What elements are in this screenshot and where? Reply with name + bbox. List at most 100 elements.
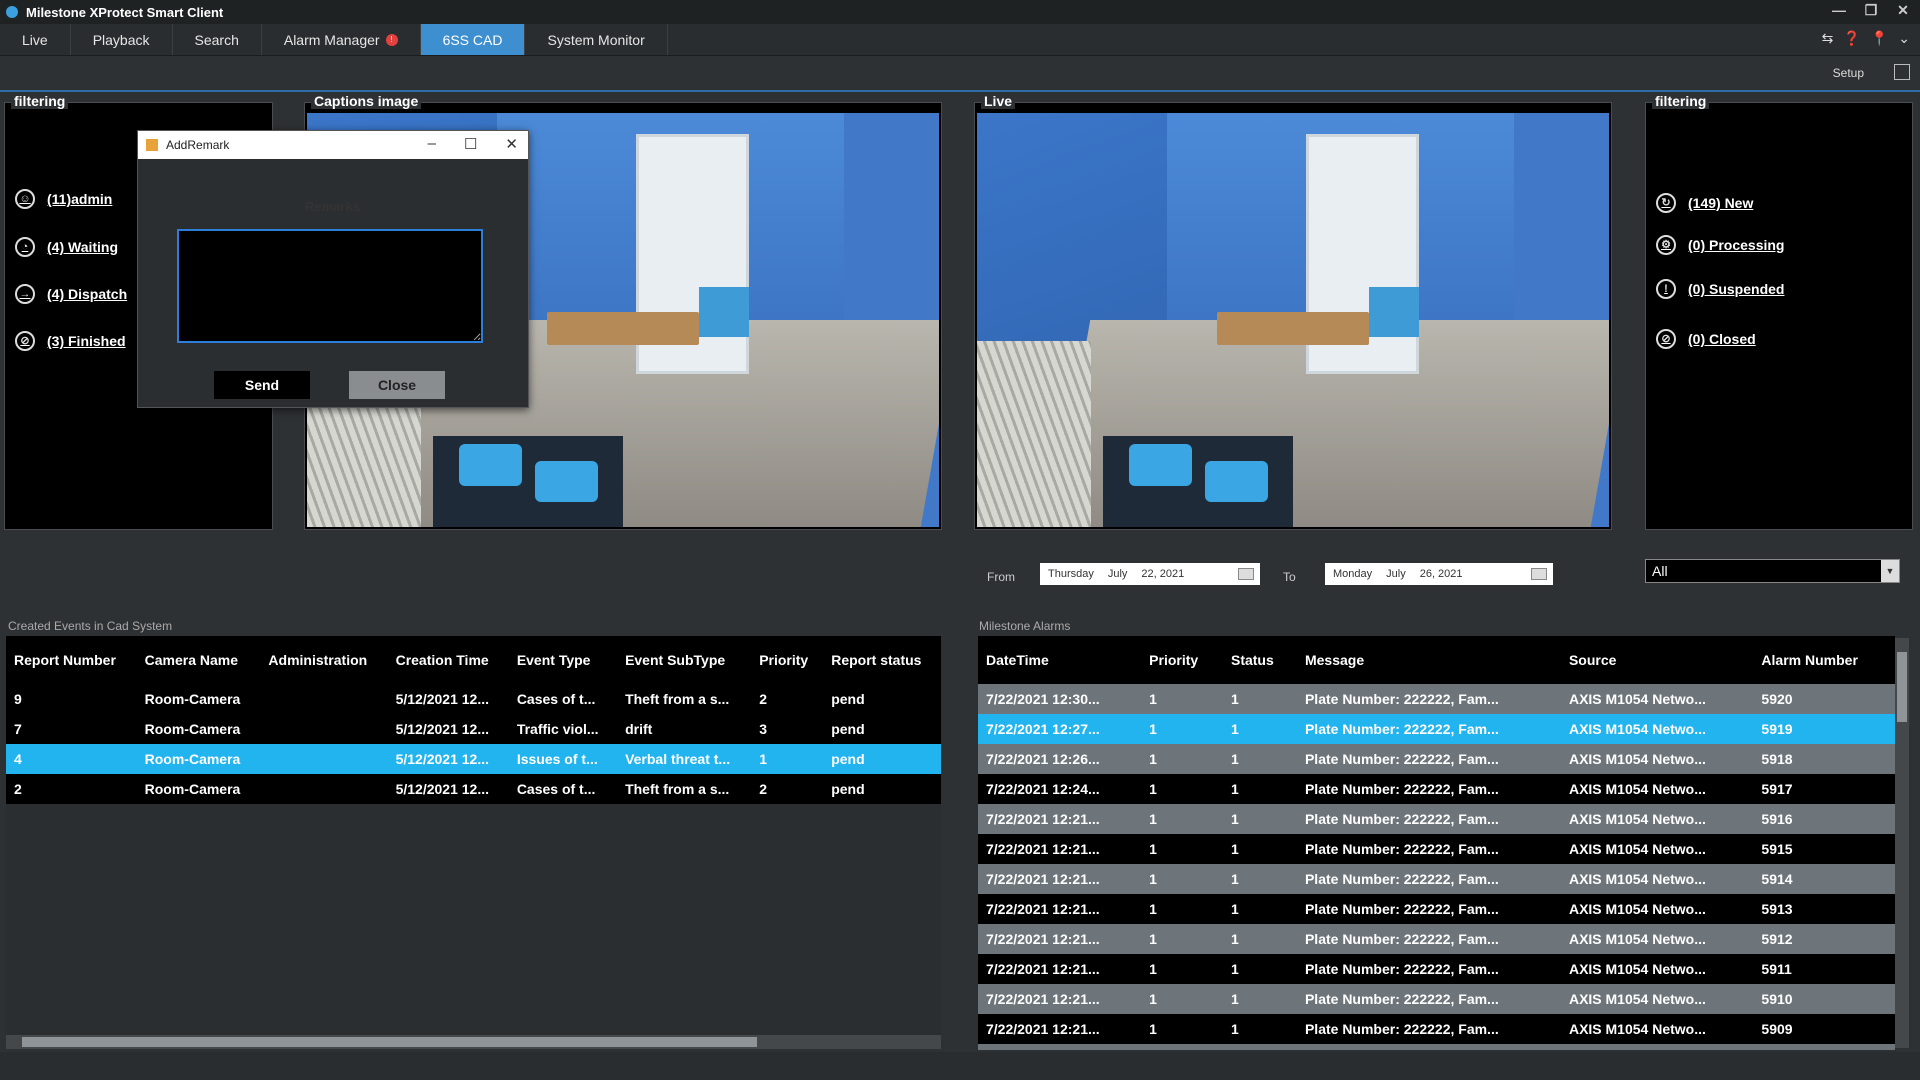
tab-6ss-cad[interactable]: 6SS CAD bbox=[420, 24, 526, 55]
table-cell: Plate Number: 222222, Fam... bbox=[1296, 774, 1561, 804]
table-row[interactable]: 7/22/2021 12:21...11Plate Number: 222222… bbox=[978, 1044, 1895, 1050]
table-cell: 5/12/2021 12... bbox=[387, 684, 509, 714]
table-cell: 1 bbox=[1222, 894, 1297, 924]
events-column-header[interactable]: Camera Name bbox=[136, 636, 261, 684]
table-row[interactable]: 7/22/2021 12:27... 1 1 Plate Number: 222222… bbox=[978, 714, 1895, 744]
alarms-column-header[interactable]: DateTime bbox=[978, 636, 1142, 684]
table-cell: Plate Number: 222222, Fam... bbox=[1296, 834, 1561, 864]
chevron-down-icon[interactable]: ▼ bbox=[1881, 560, 1899, 582]
table-row[interactable]: 7 Room-Camera 5/12/2021 12... Traffic viol.… bbox=[6, 714, 941, 744]
filter-suspended[interactable]: ! (0) Suspended bbox=[1656, 279, 1784, 299]
tab-system-monitor[interactable]: System Monitor bbox=[525, 24, 668, 55]
chevron-down-icon[interactable]: ⌄ bbox=[1898, 30, 1910, 47]
table-cell: 1 bbox=[1141, 804, 1223, 834]
table-row[interactable]: 7/22/2021 12:21...11Plate Number: 222222… bbox=[978, 894, 1895, 924]
alarms-column-header[interactable]: Source bbox=[1560, 636, 1754, 684]
to-date-picker[interactable]: Monday July 26, 2021 bbox=[1325, 563, 1553, 585]
tab-live[interactable]: Live bbox=[0, 24, 71, 55]
table-cell: 1 bbox=[1222, 864, 1297, 894]
close-button[interactable]: Close bbox=[349, 371, 445, 399]
tab-playback[interactable]: Playback bbox=[71, 24, 173, 55]
status-select[interactable]: All ▼ bbox=[1645, 559, 1900, 583]
fullscreen-icon[interactable] bbox=[1894, 64, 1910, 80]
restore-button[interactable]: ❐ bbox=[1860, 2, 1882, 19]
from-date-picker[interactable]: Thursday July 22, 2021 bbox=[1040, 563, 1260, 585]
table-cell: 1 bbox=[1141, 774, 1223, 804]
filter-closed[interactable]: ⊘ (0) Closed bbox=[1656, 329, 1756, 349]
connection-icon[interactable]: ⇆ bbox=[1822, 30, 1834, 47]
setup-button[interactable]: Setup bbox=[1833, 66, 1864, 80]
title-bar: Milestone XProtect Smart Client — ❐ ✕ bbox=[0, 0, 1920, 24]
alarms-column-header[interactable]: Message bbox=[1296, 636, 1561, 684]
events-table: Report Number Camera Name Administration Cr… bbox=[6, 636, 941, 1036]
dialog-maximize-icon[interactable]: ☐ bbox=[464, 135, 477, 153]
table-cell: 1 bbox=[1141, 954, 1223, 984]
table-cell: 1 bbox=[751, 744, 824, 774]
table-cell: Plate Number: 222222, Fam... bbox=[1296, 984, 1561, 1014]
filter-new[interactable]: ↻ (149) New bbox=[1656, 193, 1753, 213]
filter-finished[interactable]: ⊘ (3) Finished bbox=[15, 331, 126, 351]
filter-new-label: (149) New bbox=[1688, 195, 1754, 211]
table-row[interactable]: 7/22/2021 12:21...11Plate Number: 222222… bbox=[978, 804, 1895, 834]
send-button[interactable]: Send bbox=[214, 371, 310, 399]
table-row[interactable]: 7/22/2021 12:21...11Plate Number: 222222… bbox=[978, 864, 1895, 894]
calendar-icon[interactable] bbox=[1238, 568, 1254, 580]
table-cell: 1 bbox=[1141, 834, 1223, 864]
help-icon[interactable]: ❓ bbox=[1843, 30, 1860, 47]
main-tabs: Live Playback Search Alarm Manager! 6SS … bbox=[0, 24, 1920, 56]
events-horizontal-scrollbar[interactable] bbox=[6, 1035, 941, 1049]
close-window-button[interactable]: ✕ bbox=[1892, 2, 1914, 19]
table-row[interactable]: 7/22/2021 12:30... 1 1 Plate Number: 222222… bbox=[978, 684, 1895, 714]
table-row[interactable]: 4 Room-Camera 5/12/2021 12... Issues of t..… bbox=[6, 744, 941, 774]
remarks-input[interactable] bbox=[177, 229, 483, 343]
top-right-toolbar: ⇆ ❓ 📍 ⌄ bbox=[1822, 30, 1910, 47]
table-row[interactable]: 2 Room-Camera 5/12/2021 12... Cases of t...… bbox=[6, 774, 941, 804]
table-cell: 7/22/2021 12:27... bbox=[978, 714, 1142, 744]
alarms-column-header[interactable]: Status bbox=[1222, 636, 1297, 684]
table-cell: 7/22/2021 12:21... bbox=[978, 804, 1142, 834]
tab-search[interactable]: Search bbox=[173, 24, 262, 55]
events-column-header[interactable]: Priority bbox=[751, 636, 824, 684]
filter-dispatch[interactable]: → (4) Dispatch bbox=[15, 284, 127, 304]
tab-alarm-manager-label: Alarm Manager bbox=[283, 31, 380, 48]
table-cell: Issues of t... bbox=[508, 744, 618, 774]
pin-icon[interactable]: 📍 bbox=[1871, 30, 1888, 47]
scrollbar-thumb[interactable] bbox=[22, 1037, 757, 1047]
events-column-header[interactable]: Report Number bbox=[6, 636, 137, 684]
scrollbar-thumb[interactable] bbox=[1897, 652, 1907, 722]
table-cell bbox=[260, 744, 388, 774]
table-cell: Plate Number: 222222, Fam... bbox=[1296, 684, 1561, 714]
events-column-header[interactable]: Administration bbox=[260, 636, 388, 684]
table-cell: 1 bbox=[1141, 924, 1223, 954]
table-cell: AXIS M1054 Netwo... bbox=[1560, 774, 1754, 804]
table-row[interactable]: 7/22/2021 12:21...11Plate Number: 222222… bbox=[978, 1014, 1895, 1044]
table-cell: Plate Number: 222222, Fam... bbox=[1296, 1014, 1561, 1044]
app-title: Milestone XProtect Smart Client bbox=[26, 4, 224, 20]
filter-processing[interactable]: ⚙ (0) Processing bbox=[1656, 235, 1784, 255]
events-column-header[interactable]: Event Type bbox=[508, 636, 618, 684]
live-camera-image[interactable] bbox=[977, 113, 1609, 527]
events-column-header[interactable]: Report status bbox=[823, 636, 941, 684]
filter-waiting[interactable]: ◔ (4) Waiting bbox=[15, 237, 118, 257]
calendar-icon[interactable] bbox=[1531, 568, 1547, 580]
table-row[interactable]: 9 Room-Camera 5/12/2021 12... Cases of t...… bbox=[6, 684, 941, 714]
minimize-button[interactable]: — bbox=[1828, 2, 1850, 19]
table-row[interactable]: 7/22/2021 12:21...11Plate Number: 222222… bbox=[978, 954, 1895, 984]
dialog-close-icon[interactable]: ✕ bbox=[505, 135, 518, 153]
filter-admin[interactable]: ☺ (11)admin bbox=[15, 189, 112, 209]
alarms-column-header[interactable]: Alarm Number bbox=[1753, 636, 1895, 684]
table-row[interactable]: 7/22/2021 12:21...11Plate Number: 222222… bbox=[978, 924, 1895, 954]
alarms-column-header[interactable]: Priority bbox=[1141, 636, 1223, 684]
alarms-vertical-scrollbar[interactable] bbox=[1895, 638, 1909, 1048]
tab-alarm-manager[interactable]: Alarm Manager! bbox=[262, 24, 421, 55]
events-column-header[interactable]: Creation Time bbox=[387, 636, 509, 684]
table-row[interactable]: 7/22/2021 12:24... 1 1 Plate Number: 222222… bbox=[978, 774, 1895, 804]
table-row[interactable]: 7/22/2021 12:21...11Plate Number: 222222… bbox=[978, 984, 1895, 1014]
dialog-minimize-icon[interactable]: – bbox=[428, 135, 436, 153]
events-column-header[interactable]: Event SubType bbox=[617, 636, 752, 684]
tab-live-label: Live bbox=[22, 31, 48, 48]
table-row[interactable]: 7/22/2021 12:21...11Plate Number: 222222… bbox=[978, 834, 1895, 864]
table-cell: 1 bbox=[1141, 714, 1223, 744]
table-row[interactable]: 7/22/2021 12:26... 1 1 Plate Number: 222222… bbox=[978, 744, 1895, 774]
table-cell: AXIS M1054 Netwo... bbox=[1560, 864, 1754, 894]
